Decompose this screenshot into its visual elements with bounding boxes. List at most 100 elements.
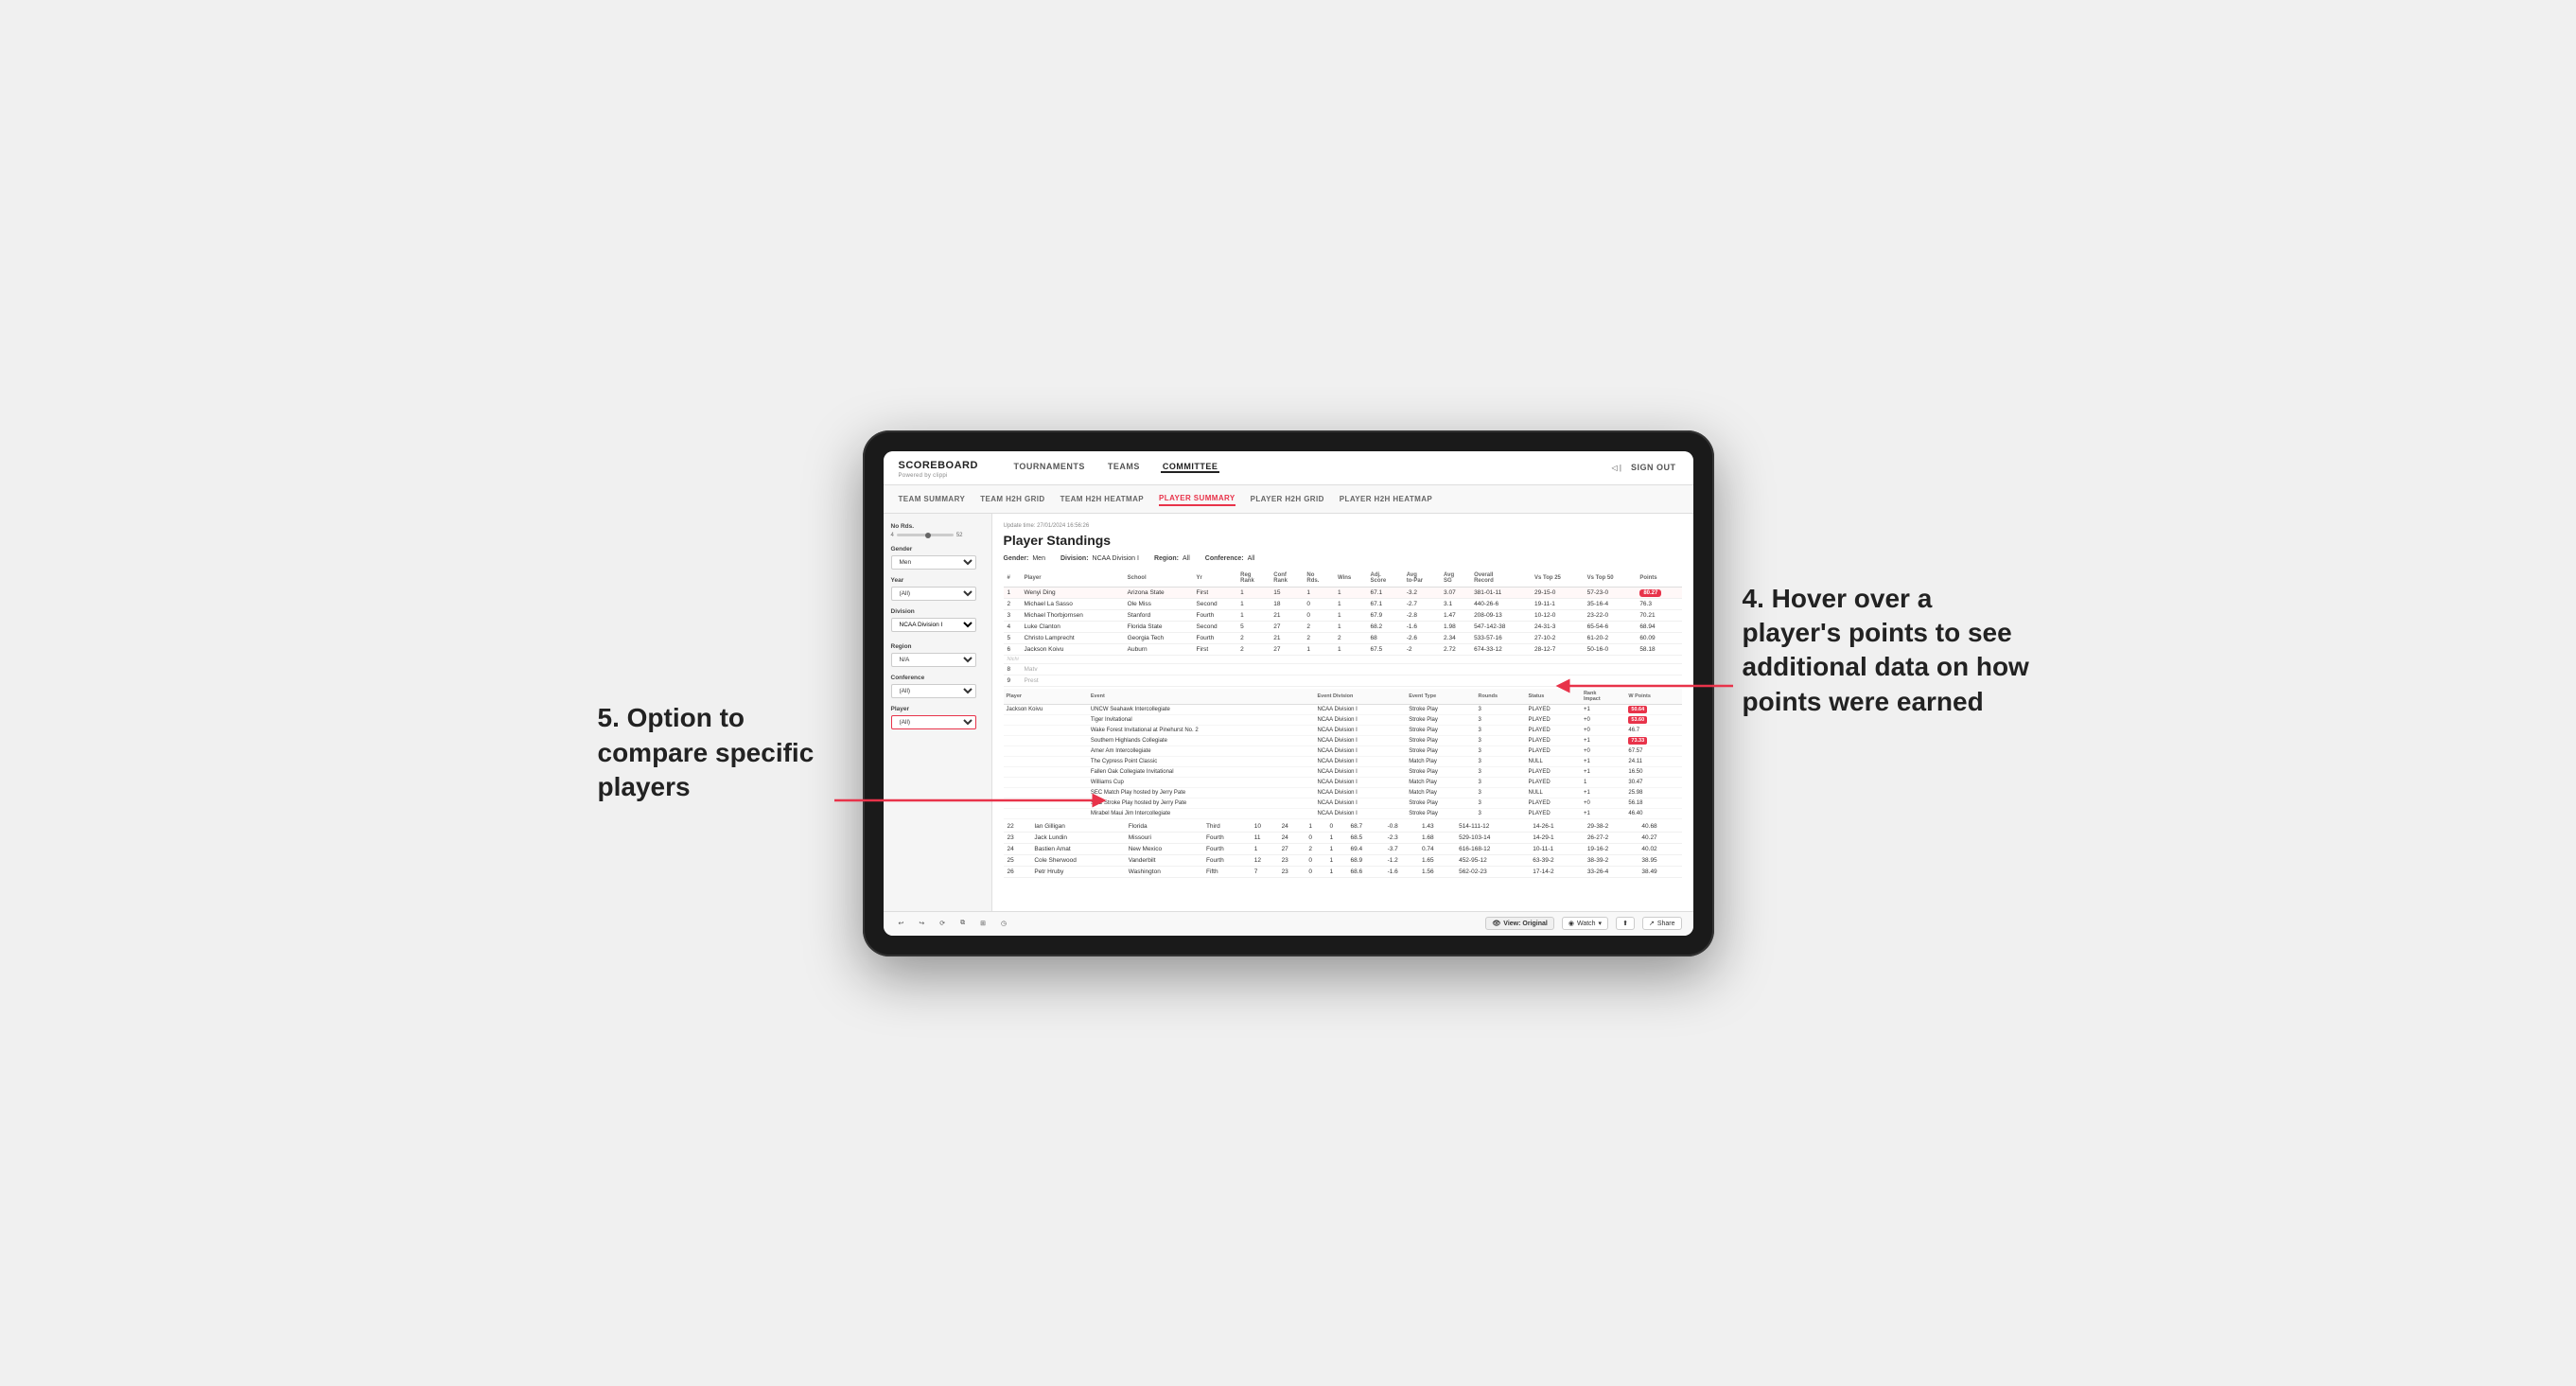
sub-nav-team-h2h-grid[interactable]: TEAM H2H GRID [980,493,1044,505]
w-points-badge[interactable]: 53.60 [1628,716,1647,724]
sidebar-player-select[interactable]: (All) [891,715,976,729]
ev-w-points[interactable]: 46.40 [1625,808,1681,818]
ev-w-points[interactable]: 16.50 [1625,766,1681,777]
points-cell[interactable]: 58.18 [1636,643,1681,655]
points-value[interactable]: 58.18 [1639,646,1655,653]
player-name-cell[interactable]: Christo Lamprecht [1021,632,1124,643]
paste-btn[interactable]: ⊞ [976,918,990,929]
ev-division: NCAA Division I [1315,777,1407,787]
ev-w-points[interactable]: 67.57 [1625,746,1681,756]
points-value[interactable]: 68.94 [1639,623,1655,630]
clock-btn[interactable]: ◷ [997,918,1010,929]
points-value[interactable]: 70.21 [1639,612,1655,619]
export-btn[interactable]: ⬆ [1616,917,1635,930]
share-btn[interactable]: ↗ Share [1642,917,1682,930]
ev-status: PLAYED [1526,746,1581,756]
table-row[interactable]: Nichi [1004,655,1682,663]
sub-nav-player-summary[interactable]: PLAYER SUMMARY [1159,492,1235,506]
sidebar-year-select[interactable]: (All) [891,587,976,601]
sidebar-conference-select[interactable]: (All) [891,684,976,698]
sidebar-gender-select[interactable]: Men [891,555,976,570]
watch-btn[interactable]: ◉ Watch ▾ [1562,917,1608,930]
points-cell[interactable]: 40.27 [1638,832,1681,843]
nav-link-teams[interactable]: TEAMS [1106,462,1142,473]
ev-w-points[interactable]: 25.98 [1625,787,1681,798]
view-original-label: View: Original [1503,921,1548,927]
points-cell[interactable]: 70.21 [1636,609,1681,621]
w-points-value[interactable]: 46.40 [1628,811,1642,816]
copy-btn[interactable]: ⧉ [956,918,969,929]
player-name-cell[interactable]: Michael Thorbjornsen [1021,609,1124,621]
player-name-cell[interactable]: Jack Lundin [1030,832,1124,843]
filter-conference: Conference: All [1205,555,1255,562]
w-points-badge[interactable]: 50.64 [1628,706,1647,713]
points-cell[interactable]: 40.02 [1638,843,1681,854]
player-name-cell[interactable]: Luke Clanton [1021,621,1124,632]
player-name-cell[interactable]: Wenyi Ding [1021,587,1124,598]
undo-btn[interactable]: ↩ [895,918,908,929]
points-value[interactable]: 76.3 [1639,601,1652,607]
table-row[interactable]: 1 Wenyi Ding Arizona State First 1 15 1 … [1004,587,1682,598]
redo-btn[interactable]: ↪ [915,918,928,929]
view-original-btn[interactable]: 👁 View: Original [1485,917,1553,930]
table-row[interactable]: 22 Ian Gilligan Florida Third 10 24 1 0 … [1004,821,1682,833]
ev-w-points[interactable]: 56.18 [1625,798,1681,808]
w-points-value[interactable]: 46.7 [1628,728,1639,733]
table-row[interactable]: 5 Christo Lamprecht Georgia Tech Fourth … [1004,632,1682,643]
sub-nav-team-h2h-heatmap[interactable]: TEAM H2H HEATMAP [1060,493,1144,505]
table-row[interactable]: 26 Petr Hruby Washington Fifth 7 23 0 1 … [1004,866,1682,877]
filter-conference-label: Conference: [1205,555,1244,562]
ev-w-points[interactable]: 46.7 [1625,725,1681,735]
points-cell[interactable]: 76.3 [1636,598,1681,609]
nav-link-committee[interactable]: COMMITTEE [1161,462,1220,473]
table-row[interactable]: 4 Luke Clanton Florida State Second 5 27… [1004,621,1682,632]
player-name-cell[interactable]: Cole Sherwood [1030,854,1124,866]
adj-score-cell: 68.7 [1346,821,1383,833]
points-cell[interactable]: 60.09 [1636,632,1681,643]
sign-out-link[interactable]: Sign out [1629,463,1678,472]
refresh-btn[interactable]: ⟳ [936,918,949,929]
w-points-value[interactable]: 56.18 [1628,800,1642,806]
table-row[interactable]: 25 Cole Sherwood Vanderbilt Fourth 12 23… [1004,854,1682,866]
table-row[interactable]: 23 Jack Lundin Missouri Fourth 11 24 0 1… [1004,832,1682,843]
ev-w-points[interactable]: 24.11 [1625,756,1681,766]
points-cell[interactable]: 80.27 [1636,587,1681,598]
sidebar-division-select[interactable]: NCAA Division I [891,618,976,632]
sidebar-region-select[interactable]: N/A [891,653,976,667]
wins-cell: 1 [1325,854,1346,866]
points-cell[interactable]: 38.49 [1638,866,1681,877]
player-name-cell[interactable]: Ian Gilligan [1030,821,1124,833]
points-value[interactable]: 60.09 [1639,635,1655,641]
table-row[interactable]: 9Prest [1004,675,1682,686]
table-row[interactable]: 2 Michael La Sasso Ole Miss Second 1 18 … [1004,598,1682,609]
points-badge[interactable]: 80.27 [1639,589,1661,597]
table-row[interactable]: 8Matv [1004,663,1682,675]
points-cell[interactable]: 40.68 [1638,821,1681,833]
sub-nav-player-h2h-grid[interactable]: PLAYER H2H GRID [1251,493,1324,505]
player-name-cell[interactable]: Petr Hruby [1030,866,1124,877]
table-row[interactable]: 3 Michael Thorbjornsen Stanford Fourth 1… [1004,609,1682,621]
ev-w-points[interactable]: 30.47 [1625,777,1681,787]
player-name-cell[interactable]: Bastien Amat [1030,843,1124,854]
nav-link-tournaments[interactable]: TOURNAMENTS [1012,462,1087,473]
ev-w-points[interactable]: 73.33 [1625,735,1681,746]
w-points-value[interactable]: 25.98 [1628,790,1642,796]
range-slider[interactable] [897,534,954,536]
points-cell[interactable]: 38.95 [1638,854,1681,866]
sub-nav-player-h2h-heatmap[interactable]: PLAYER H2H HEATMAP [1340,493,1432,505]
table-row[interactable]: 24 Bastien Amat New Mexico Fourth 1 27 2… [1004,843,1682,854]
ev-w-points[interactable]: 53.60 [1625,714,1681,725]
w-points-value[interactable]: 30.47 [1628,780,1642,785]
points-cell[interactable]: 68.94 [1636,621,1681,632]
table-row[interactable]: 6 Jackson Koivu Auburn First 2 27 1 1 67… [1004,643,1682,655]
sub-nav-team-summary[interactable]: TEAM SUMMARY [899,493,966,505]
rank-cell: 24 [1004,843,1031,854]
player-name-cell[interactable]: Michael La Sasso [1021,598,1124,609]
w-points-badge[interactable]: 73.33 [1628,737,1647,745]
w-points-value[interactable]: 67.57 [1628,748,1642,754]
sidebar: No Rds. 4 52 Gender Men [884,514,992,911]
ev-w-points[interactable]: 50.64 [1625,704,1681,714]
w-points-value[interactable]: 24.11 [1628,759,1642,764]
player-name-cell[interactable]: Jackson Koivu [1021,643,1124,655]
w-points-value[interactable]: 16.50 [1628,769,1642,775]
